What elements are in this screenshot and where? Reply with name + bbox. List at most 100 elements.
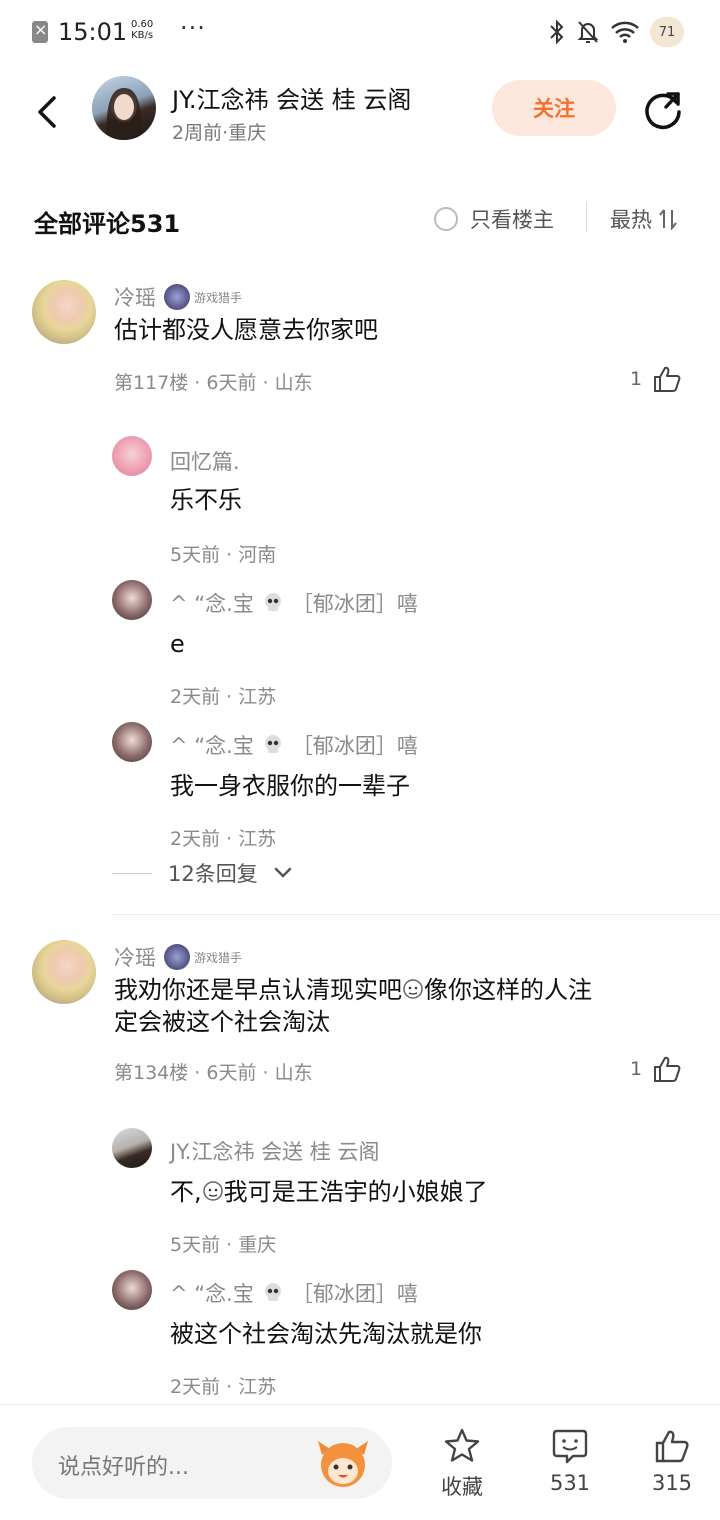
reply-author[interactable]: ^ “念.宝 ［郁冰团］嘻 (170, 1278, 418, 1308)
comment-text[interactable]: 估计都没人愿意去你家吧 (114, 314, 378, 346)
nickname-suffix: ［郁冰团］嘻 (291, 1282, 418, 1306)
comment-meta: 第134楼 · 6天前 · 山东 (114, 1062, 313, 1084)
reply-text[interactable]: 我一身衣服你的一辈子 (170, 770, 410, 802)
like-post-button[interactable]: 315 (632, 1427, 712, 1495)
reply-author[interactable]: ^ “念.宝 ［郁冰团］嘻 (170, 730, 418, 760)
no-sim-icon (32, 20, 48, 43)
avatar[interactable] (112, 722, 152, 762)
star-icon[interactable] (443, 1427, 481, 1465)
favorite-label: 收藏 (441, 1475, 483, 1499)
badge-icon (164, 284, 190, 310)
comment-text[interactable]: 我劝你还是早点认清现实吧 像你这样的人注 (114, 974, 592, 1006)
nickname[interactable]: ^ “念.宝 (170, 1278, 254, 1308)
reply-author[interactable]: ^ “念.宝 ［郁冰团］嘻 (170, 588, 418, 618)
divider (586, 202, 587, 232)
sticker-emoji-icon (202, 1181, 223, 1201)
comment-bubble-icon[interactable] (551, 1427, 589, 1465)
comments-header: 全部评论531 只看楼主 最热 (0, 190, 720, 250)
bottom-action-bar: 说点好听的... 收藏 531 315 (0, 1404, 720, 1520)
more-replies-button[interactable]: 12条回复 (112, 858, 292, 888)
reply-author[interactable]: JY.江念祎 会送 桂 云阁 (170, 1136, 379, 1166)
nickname[interactable]: 冷瑶 (114, 942, 156, 972)
chevron-down-icon (274, 867, 291, 878)
favorite-button[interactable]: 收藏 (422, 1427, 502, 1501)
status-icons: 71 (548, 16, 684, 48)
divider (112, 872, 152, 874)
comment-text-part: 像你这样的人注 (424, 976, 592, 1004)
reply-text-part: 不, (170, 1178, 202, 1206)
skull-emoji-icon (264, 593, 281, 611)
wifi-icon (611, 21, 639, 43)
comment-text-part: 我劝你还是早点认清现实吧 (114, 976, 402, 1004)
follow-button[interactable]: 关注 (492, 80, 616, 136)
user-badge: 游戏猎手 (164, 284, 242, 310)
reply-meta: 5天前 · 重庆 (170, 1234, 277, 1256)
mascot-emoji-icon[interactable] (312, 1435, 374, 1491)
reply-author[interactable]: 回忆篇. (170, 446, 240, 476)
only-author-toggle[interactable]: 只看楼主 (434, 204, 554, 234)
bluetooth-icon (550, 19, 564, 45)
reply-text[interactable]: 不, 我可是王浩宇的小娘娘了 (170, 1176, 488, 1208)
bell-muted-icon (577, 21, 599, 43)
comments-count-title: 全部评论531 (34, 210, 181, 238)
avatar[interactable] (112, 1270, 152, 1310)
comment-author[interactable]: 冷瑶 游戏猎手 (114, 282, 242, 312)
avatar[interactable] (112, 436, 152, 476)
sort-label: 最热 (610, 208, 652, 232)
more-notifications-icon: ··· (180, 14, 206, 42)
comment-button[interactable]: 531 (530, 1427, 610, 1495)
author-name[interactable]: JY.江念祎 会送 桂 云阁 (172, 80, 411, 115)
like-button[interactable]: 1 (630, 364, 682, 394)
only-author-label: 只看楼主 (470, 208, 554, 232)
badge-icon (164, 944, 190, 970)
status-bar: 15:01 0.60 KB/s ··· 71 (0, 0, 720, 64)
badge-label: 游戏猎手 (194, 950, 243, 965)
user-badge: 游戏猎手 (164, 944, 242, 970)
like-button[interactable]: 1 (630, 1054, 682, 1084)
nickname[interactable]: ^ “念.宝 (170, 730, 254, 760)
avatar[interactable] (32, 940, 96, 1004)
comment-text-line2[interactable]: 定会被这个社会淘汰 (114, 1006, 330, 1038)
reply-meta: 2天前 · 江苏 (170, 686, 277, 708)
nickname-suffix: ［郁冰团］嘻 (291, 592, 418, 616)
post-time-location: 2周前·重庆 (172, 122, 267, 144)
nickname[interactable]: 冷瑶 (114, 282, 156, 312)
reply-text-part: 我可是王浩宇的小娘娘了 (223, 1178, 488, 1206)
comment-author[interactable]: 冷瑶 游戏猎手 (114, 942, 242, 972)
sort-toggle[interactable]: 最热 (610, 204, 678, 234)
skull-emoji-icon (264, 735, 281, 753)
battery-icon: 71 (650, 17, 684, 47)
like-count: 315 (651, 1471, 693, 1495)
reply-meta: 2天前 · 江苏 (170, 1376, 277, 1398)
sort-icon (659, 209, 677, 230)
thumbs-up-icon[interactable] (652, 1054, 682, 1084)
avatar[interactable] (32, 280, 96, 344)
network-speed-value: 0.60 (131, 19, 154, 30)
avatar[interactable] (112, 580, 152, 620)
divider (112, 914, 720, 915)
back-icon[interactable] (30, 92, 66, 132)
network-speed-unit: KB/s (131, 30, 154, 41)
reply-text[interactable]: e (170, 628, 185, 660)
nickname-suffix: ［郁冰团］嘻 (291, 734, 418, 758)
thumbs-up-icon[interactable] (653, 1427, 691, 1465)
reply-text[interactable]: 乐不乐 (170, 484, 242, 516)
radio-icon[interactable] (434, 207, 458, 231)
clock: 15:01 (58, 18, 128, 46)
sticker-emoji-icon (403, 979, 423, 999)
reply-text[interactable]: 被这个社会淘汰先淘汰就是你 (170, 1318, 482, 1350)
share-icon[interactable] (642, 88, 684, 130)
network-speed: 0.60 KB/s (131, 19, 153, 41)
more-replies-label: 12条回复 (168, 862, 258, 886)
comment-input[interactable]: 说点好听的... (32, 1427, 392, 1499)
avatar[interactable] (112, 1128, 152, 1168)
thumbs-up-icon[interactable] (652, 364, 682, 394)
reply-meta: 5天前 · 河南 (170, 544, 277, 566)
comment-meta: 第117楼 · 6天前 · 山东 (114, 372, 313, 394)
nickname[interactable]: ^ “念.宝 (170, 588, 254, 618)
author-avatar[interactable] (92, 76, 156, 140)
like-count: 1 (630, 1058, 643, 1080)
skull-emoji-icon (264, 1283, 281, 1301)
reply-meta: 2天前 · 江苏 (170, 828, 277, 850)
comment-input-placeholder[interactable]: 说点好听的... (58, 1449, 189, 1481)
